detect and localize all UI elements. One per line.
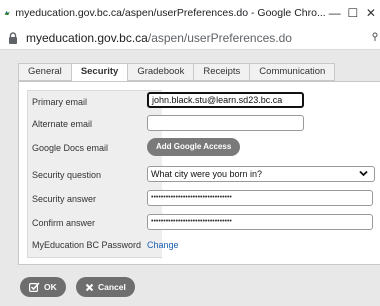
close-x-icon bbox=[85, 283, 94, 291]
primary-email-field[interactable]: john.black.stu@learn.sd23.bc.ca bbox=[147, 92, 304, 108]
tab-communication[interactable]: Communication bbox=[249, 63, 336, 81]
minimize-button[interactable]: — bbox=[326, 6, 344, 20]
cancel-button-label: Cancel bbox=[98, 282, 126, 292]
primary-email-label: Primary email bbox=[32, 97, 88, 107]
google-docs-email-label: Google Docs email bbox=[32, 143, 109, 153]
page-content: General Security Gradebook Receipts Comm… bbox=[0, 50, 380, 306]
cancel-button[interactable]: Cancel bbox=[76, 277, 135, 297]
key-icon[interactable] bbox=[372, 32, 378, 42]
preferences-tabs: General Security Gradebook Receipts Comm… bbox=[18, 63, 336, 82]
security-question-value: What city were you born in? bbox=[151, 169, 263, 179]
lock-icon bbox=[9, 32, 17, 44]
url-host: myeducation.gov.bc.ca bbox=[26, 31, 148, 45]
alternate-email-label: Alternate email bbox=[32, 119, 93, 129]
security-question-label: Security question bbox=[32, 170, 102, 180]
close-button[interactable]: ✕ bbox=[362, 6, 380, 20]
maximize-button[interactable]: ☐ bbox=[344, 6, 362, 20]
add-google-access-button[interactable]: Add Google Access bbox=[147, 138, 241, 156]
ok-button-label: OK bbox=[44, 282, 57, 292]
alternate-email-field[interactable] bbox=[147, 115, 304, 131]
tab-security[interactable]: Security bbox=[70, 63, 129, 82]
confirm-answer-field[interactable]: ••••••••••••••••••••••••••••••••• bbox=[147, 214, 373, 230]
ok-button[interactable]: OK bbox=[20, 277, 66, 297]
checkbox-check-icon bbox=[29, 282, 40, 292]
address-bar[interactable]: myeducation.gov.bc.ca/aspen/userPreferen… bbox=[0, 27, 380, 50]
tab-general[interactable]: General bbox=[18, 63, 72, 81]
security-answer-label: Security answer bbox=[32, 194, 97, 204]
security-question-select[interactable]: What city were you born in? bbox=[147, 166, 375, 182]
tab-receipts[interactable]: Receipts bbox=[193, 63, 251, 81]
window-title: myeducation.gov.bc.ca/aspen/userPreferen… bbox=[15, 7, 326, 19]
tab-gradebook[interactable]: Gradebook bbox=[127, 63, 195, 81]
window-title-bar: myeducation.gov.bc.ca/aspen/userPreferen… bbox=[0, 0, 380, 26]
security-answer-field[interactable]: ••••••••••••••••••••••••••••••••• bbox=[147, 190, 373, 206]
confirm-answer-label: Confirm answer bbox=[32, 218, 96, 228]
security-panel: Primary email john.black.stu@learn.sd23.… bbox=[18, 81, 380, 265]
chevron-down-icon bbox=[359, 170, 368, 177]
password-label: MyEducation BC Password bbox=[32, 240, 142, 250]
change-password-link[interactable]: Change bbox=[147, 240, 179, 250]
url-path: /aspen/userPreferences.do bbox=[147, 31, 292, 45]
url-text[interactable]: myeducation.gov.bc.ca/aspen/userPreferen… bbox=[26, 31, 292, 45]
app-favicon-icon bbox=[4, 10, 10, 16]
